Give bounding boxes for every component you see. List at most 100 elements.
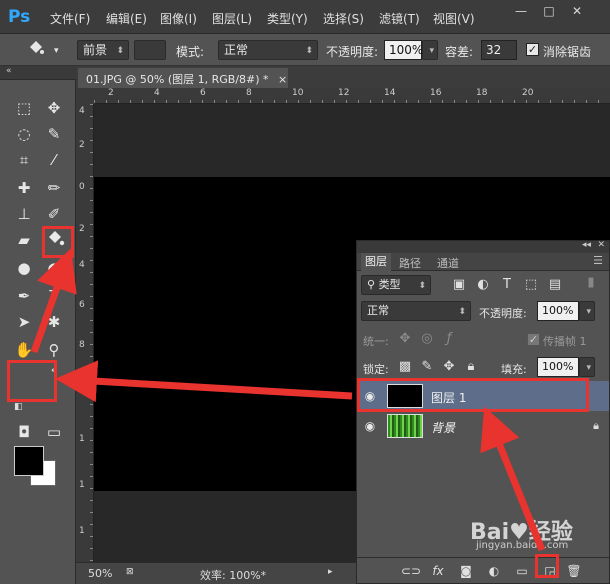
unify-visibility-icon[interactable]: ◎ — [419, 331, 435, 347]
filter-type-icon[interactable]: T — [499, 277, 515, 293]
layer-opacity-input[interactable]: 100% — [537, 301, 579, 321]
add-mask-icon[interactable]: ◙ — [457, 563, 475, 579]
menu-layer[interactable]: 图层(L) — [212, 10, 252, 27]
layer-style-fx-icon[interactable]: fx — [429, 563, 447, 579]
tab-paths[interactable]: 路径 — [399, 255, 421, 271]
menu-view[interactable]: 视图(V) — [433, 10, 475, 27]
mode-select[interactable]: 正常 ⬍ — [218, 40, 318, 60]
status-info-icon[interactable]: ⊠ — [126, 567, 134, 577]
panel-close-icon[interactable]: ✕ — [597, 240, 605, 250]
history-brush-tool-icon[interactable]: ✐ — [42, 202, 66, 226]
filter-smart-object-icon[interactable]: ▤ — [547, 277, 563, 293]
filter-shape-icon[interactable]: ⬚ — [523, 277, 539, 293]
fill-source-select[interactable]: 前景 ⬍ — [77, 40, 129, 60]
shape-tool-icon[interactable]: ✱ — [42, 310, 66, 334]
eyedropper-tool-icon[interactable]: ⁄ — [42, 148, 66, 172]
crop-tool-icon[interactable]: ⌗ — [12, 148, 36, 172]
new-adjustment-layer-icon[interactable]: ◐ — [485, 563, 503, 579]
foreground-color-swatch[interactable] — [14, 446, 44, 476]
filter-pixel-icon[interactable]: ▣ — [451, 277, 467, 293]
layer-name[interactable]: 背景 — [431, 419, 455, 436]
propagate-frame-checkbox[interactable]: ✓ — [527, 333, 540, 346]
new-group-icon[interactable]: ▭ — [513, 563, 531, 579]
menu-filter[interactable]: 滤镜(T) — [379, 10, 420, 27]
lasso-tool-icon[interactable]: ◌ — [12, 122, 36, 146]
delete-layer-icon[interactable]: 🗑︎ — [565, 563, 583, 579]
close-window-button[interactable]: ✕ — [566, 4, 588, 18]
path-select-tool-icon[interactable]: ➤ — [12, 310, 36, 334]
lock-pixels-icon[interactable]: ✎ — [419, 359, 435, 375]
visibility-eye-icon[interactable]: ◉ — [363, 419, 377, 433]
paint-bucket-tool-icon[interactable] — [44, 228, 68, 252]
horizontal-ruler[interactable]: 2 4 6 8 10 12 14 16 18 20 — [94, 88, 610, 104]
collapse-arrows-icon[interactable]: « — [6, 66, 12, 76]
layers-panel-toolbar: ⊂⊃ fx ◙ ◐ ▭ ◲ 🗑︎ — [357, 557, 609, 583]
eraser-tool-icon[interactable]: ▰ — [12, 228, 36, 252]
close-document-icon[interactable]: × — [278, 73, 287, 86]
collapse-arrows-icon[interactable]: ◂◂ — [582, 240, 591, 250]
visibility-eye-icon[interactable]: ◉ — [363, 389, 377, 403]
brush-tool-icon[interactable]: ✏ — [42, 176, 66, 200]
ruler-tick-label: 1 — [79, 434, 85, 444]
type-tool-icon[interactable]: T — [42, 284, 66, 308]
marquee-tool-icon[interactable]: ⬚ — [12, 96, 36, 120]
filter-toggle-icon[interactable]: ▮ — [583, 275, 599, 291]
pattern-picker[interactable] — [134, 40, 166, 60]
antialias-checkbox[interactable]: ✓ — [526, 43, 539, 56]
tab-channels[interactable]: 通道 — [437, 255, 459, 271]
pen-tool-icon[interactable]: ✒ — [12, 284, 36, 308]
new-layer-icon[interactable]: ◲ — [541, 563, 559, 579]
layer-filter-select[interactable]: ⚲ 类型 ⬍ — [361, 275, 431, 295]
mode-value: 正常 — [224, 43, 249, 57]
vertical-ruler[interactable]: 4 2 0 2 4 6 8 1 1 1 1 — [76, 104, 94, 562]
layer-row[interactable]: ◉ 背景 🔒︎ — [357, 411, 609, 441]
quick-select-tool-icon[interactable]: ✎ — [42, 122, 66, 146]
filter-adjustment-icon[interactable]: ◐ — [475, 277, 491, 293]
paint-bucket-preset-icon[interactable] — [24, 38, 48, 62]
preset-dropdown-arrow-icon[interactable]: ▾ — [54, 46, 59, 56]
unify-position-icon[interactable]: ✥ — [397, 331, 413, 347]
ruler-origin[interactable] — [76, 88, 94, 104]
screen-mode-icon[interactable]: ▭ — [42, 420, 66, 444]
status-menu-arrow-icon[interactable]: ▸ — [328, 567, 333, 577]
ruler-tick-label: 2 — [79, 224, 85, 234]
minimize-button[interactable]: — — [510, 4, 532, 18]
layer-opacity-dropdown[interactable]: ▾ — [579, 301, 595, 321]
menu-file[interactable]: 文件(F) — [50, 10, 90, 27]
menu-image[interactable]: 图像(I) — [160, 10, 197, 27]
healing-brush-tool-icon[interactable]: ✚ — [12, 176, 36, 200]
opacity-dropdown[interactable]: ▾ — [422, 40, 438, 60]
quick-mask-icon[interactable]: ◘ — [12, 420, 36, 444]
tolerance-input[interactable]: 32 — [481, 40, 517, 60]
document-tab[interactable]: 01.JPG @ 50% (图层 1, RGB/8#) * × — [78, 68, 288, 88]
layer-name[interactable]: 图层 1 — [431, 389, 466, 406]
lock-transparent-icon[interactable]: ▩ — [397, 359, 413, 375]
blend-mode-select[interactable]: 正常 ⬍ — [361, 301, 471, 321]
move-tool-icon[interactable]: ✥ — [42, 96, 66, 120]
layer-row[interactable]: ◉ 图层 1 — [357, 381, 609, 411]
lock-position-icon[interactable]: ✥ — [441, 359, 457, 375]
panel-menu-icon[interactable]: ☰ — [593, 254, 603, 267]
tab-layers[interactable]: 图层 — [361, 253, 391, 271]
menu-select[interactable]: 选择(S) — [323, 10, 364, 27]
opacity-input[interactable]: 100% — [384, 40, 423, 60]
default-colors-icon[interactable]: ◧ — [14, 402, 23, 412]
lock-all-icon[interactable]: 🔒︎ — [463, 359, 479, 375]
zoom-level[interactable]: 50% — [88, 567, 112, 580]
blur-tool-icon[interactable]: ● — [12, 256, 36, 280]
hand-tool-icon[interactable]: ✋ — [12, 338, 36, 362]
panel-collapse-strip[interactable]: ◂◂ ✕ — [357, 240, 609, 253]
swap-colors-icon[interactable]: ↰ — [50, 368, 58, 378]
menu-edit[interactable]: 编辑(E) — [106, 10, 147, 27]
fill-dropdown[interactable]: ▾ — [579, 357, 595, 377]
ruler-tick-label: 12 — [338, 88, 350, 98]
link-layers-icon[interactable]: ⊂⊃ — [401, 563, 421, 579]
zoom-tool-icon[interactable]: ⚲ — [42, 338, 66, 362]
menu-type[interactable]: 类型(Y) — [267, 10, 308, 27]
fill-input[interactable]: 100% — [537, 357, 579, 377]
tools-collapse-strip[interactable]: « — [0, 66, 76, 80]
unify-style-icon[interactable]: ƒ — [441, 331, 457, 347]
restore-button[interactable]: □ — [538, 4, 560, 18]
clone-stamp-tool-icon[interactable]: ⊥ — [12, 202, 36, 226]
dodge-tool-icon[interactable]: ◐ — [42, 256, 66, 280]
